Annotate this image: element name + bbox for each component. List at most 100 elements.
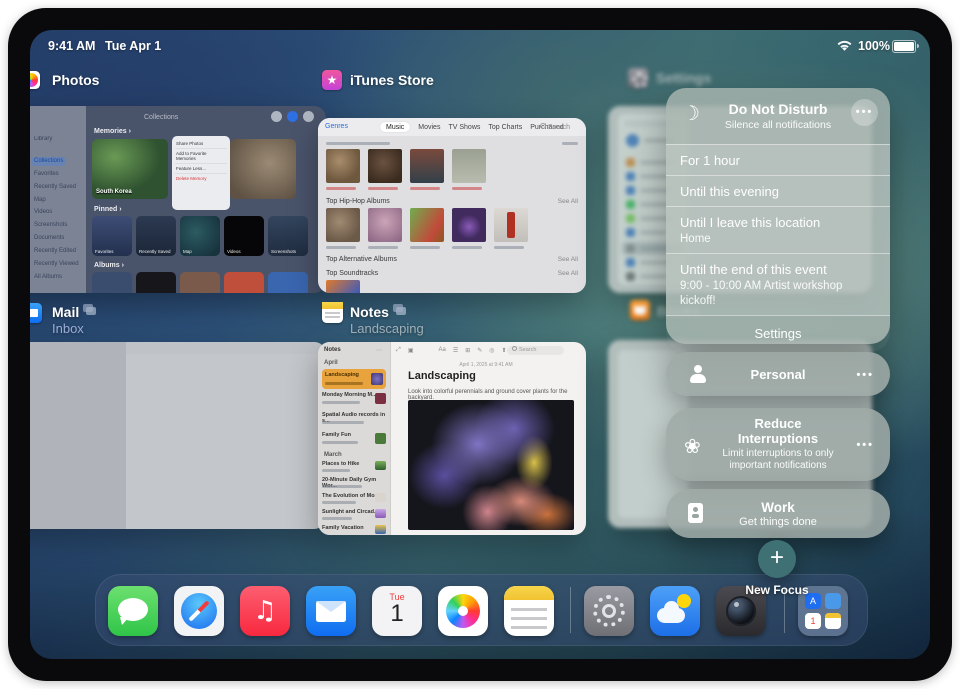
- photos-dock-icon[interactable]: [438, 586, 488, 636]
- photos-album-tile: [92, 272, 132, 293]
- safari-app-icon[interactable]: [174, 586, 224, 636]
- photos-toolbar-circle: [271, 111, 282, 122]
- itunes-tabs: Music Movies TV Shows Top Charts Purchas…: [380, 121, 564, 133]
- photos-nav-title: Collections: [144, 114, 178, 122]
- photos-app-icon: [30, 71, 40, 89]
- dnd-option-until-evening[interactable]: Until this evening: [666, 175, 890, 206]
- messages-app-icon[interactable]: [108, 586, 158, 636]
- photos-album-tile: [180, 272, 220, 293]
- mail-window-title: Inbox: [52, 321, 84, 336]
- wifi-icon: [836, 40, 853, 52]
- photos-album-tile: [268, 272, 308, 293]
- mail-dock-icon[interactable]: [306, 586, 356, 636]
- notes-list-item: Places to Hike: [322, 461, 386, 476]
- photos-pinned-tile: Favorites: [92, 216, 132, 256]
- notes-sidebar-title: Notes: [324, 347, 341, 353]
- books-app-icon-ghost: [630, 300, 650, 320]
- weather-app-icon[interactable]: [650, 586, 700, 636]
- notes-title: Landscaping: [408, 370, 476, 382]
- envelope-flap: [316, 601, 346, 612]
- new-focus-label: New Focus: [717, 583, 837, 597]
- itunes-see-all: See All: [558, 256, 578, 263]
- notes-list-item: Monday Morning M...: [322, 392, 386, 410]
- reduce-more-button[interactable]: •••: [856, 439, 874, 451]
- photos-pinned-tile: Screenshots: [268, 216, 308, 256]
- photos-memory-tile: South Korea: [92, 139, 168, 199]
- person-icon: [688, 364, 708, 384]
- photos-card-label: Photos: [52, 72, 99, 88]
- dnd-title: Do Not Disturb: [706, 101, 850, 117]
- photos-toolbar-circle2: [303, 111, 314, 122]
- sun-icon: [677, 594, 691, 608]
- focus-personal-button[interactable]: Personal •••: [666, 352, 890, 396]
- camera-lens: [726, 596, 756, 626]
- notes-list-item: The Evolution of Mo...: [322, 493, 386, 508]
- notes-dock-icon[interactable]: [504, 586, 554, 636]
- calendar-app-icon[interactable]: Tue 1: [372, 586, 422, 636]
- photos-album-tile: [224, 272, 264, 293]
- battery-icon: [892, 40, 916, 53]
- itunes-card-label: iTunes Store: [350, 72, 434, 88]
- dock-divider: [570, 587, 571, 633]
- photos-pinned-tile: Videos: [224, 216, 264, 256]
- dnd-settings-button[interactable]: Settings: [666, 315, 890, 352]
- notes-photo-iris: [408, 400, 574, 530]
- itunes-store-app-card[interactable]: Genres Music Movies TV Shows Top Charts …: [318, 118, 586, 293]
- notes-month-april: April: [324, 360, 338, 366]
- album-cover: [326, 149, 360, 183]
- album-cover: [368, 149, 402, 183]
- do-not-disturb-panel: ☾ Do Not Disturb Silence all notificatio…: [666, 88, 890, 344]
- new-focus-add-button[interactable]: +: [758, 540, 796, 578]
- itunes-see-all: See All: [558, 198, 578, 205]
- personal-more-button[interactable]: •••: [856, 369, 874, 381]
- music-app-icon[interactable]: ♫: [240, 586, 290, 636]
- settings-app-icon-ghost: [628, 68, 648, 88]
- dnd-subtitle: Silence all notifications: [696, 119, 860, 131]
- photos-app-card[interactable]: Library Collections Favorites Recently S…: [30, 106, 326, 293]
- multiwindow-icon: [86, 307, 96, 315]
- notes-month-march: March: [324, 452, 342, 458]
- photos-sidebar: Library Collections Favorites Recently S…: [34, 136, 84, 281]
- photos-memories-header: Memories ›: [94, 128, 131, 135]
- mail-app-icon: [30, 303, 42, 323]
- photos-album-tile: [136, 272, 176, 293]
- photos-pinned-tile: Map: [180, 216, 220, 256]
- work-badge-icon: [688, 503, 703, 523]
- multiwindow-icon: [396, 307, 406, 315]
- reduce-interruptions-icon: ❀: [684, 434, 701, 458]
- album-cover: [326, 280, 360, 293]
- dnd-option-until-leave-location[interactable]: Until I leave this locationHome: [666, 206, 890, 253]
- album-cover: [452, 149, 486, 183]
- notes-list-item: 20-Minute Daily Gym Wor...: [322, 477, 386, 492]
- notes-app-icon: [322, 302, 343, 323]
- photos-context-menu: Share Photos Add to Favorite Memories Fe…: [172, 136, 230, 210]
- photos-pinned-tile: Recently Saved: [136, 216, 176, 256]
- dnd-option-for-1-hour[interactable]: For 1 hour: [666, 144, 890, 175]
- focus-work-button[interactable]: Work Get things done: [666, 489, 890, 538]
- settings-dock-icon[interactable]: [584, 586, 634, 636]
- itunes-section-hiphop: Top Hip-Hop Albums: [326, 198, 390, 205]
- notes-list-item: Family Vacation: [322, 525, 386, 535]
- status-date: Tue Apr 1: [105, 39, 161, 53]
- settings-card-label: Settings: [656, 70, 711, 86]
- notes-list-item-selected: Landscaping: [322, 369, 386, 389]
- itunes-genres-link: Genres: [325, 123, 348, 130]
- notes-toolbar: ⤢▣Aa☰⊞✎◎⬆⋯: [396, 347, 520, 354]
- photos-avatar: [287, 111, 298, 122]
- dnd-option-until-end-of-event[interactable]: Until the end of this event9:00 - 10:00 …: [666, 253, 890, 315]
- notes-list-item: Family Fun: [322, 432, 386, 450]
- itunes-see-all: See All: [558, 270, 578, 277]
- focus-reduce-interruptions-button[interactable]: ❀ Reduce Interruptions Limit interruptio…: [666, 408, 890, 481]
- album-cover: [410, 208, 444, 242]
- album-cover: [494, 208, 528, 242]
- mail-app-card[interactable]: [30, 342, 326, 529]
- notes-date: April 1, 2025 at 9:41 AM: [396, 362, 576, 368]
- itunes-section-alternative: Top Alternative Albums: [326, 256, 397, 263]
- dnd-more-button[interactable]: •••: [851, 99, 878, 126]
- itunes-store-app-icon: ★: [322, 70, 342, 90]
- album-cover: [410, 149, 444, 183]
- status-battery-percent: 100%: [858, 39, 890, 53]
- photos-pinned-header: Pinned ›: [94, 206, 122, 213]
- album-cover: [326, 208, 360, 242]
- notes-app-card[interactable]: Notes ⋯ April Landscaping Monday Morning…: [318, 342, 586, 535]
